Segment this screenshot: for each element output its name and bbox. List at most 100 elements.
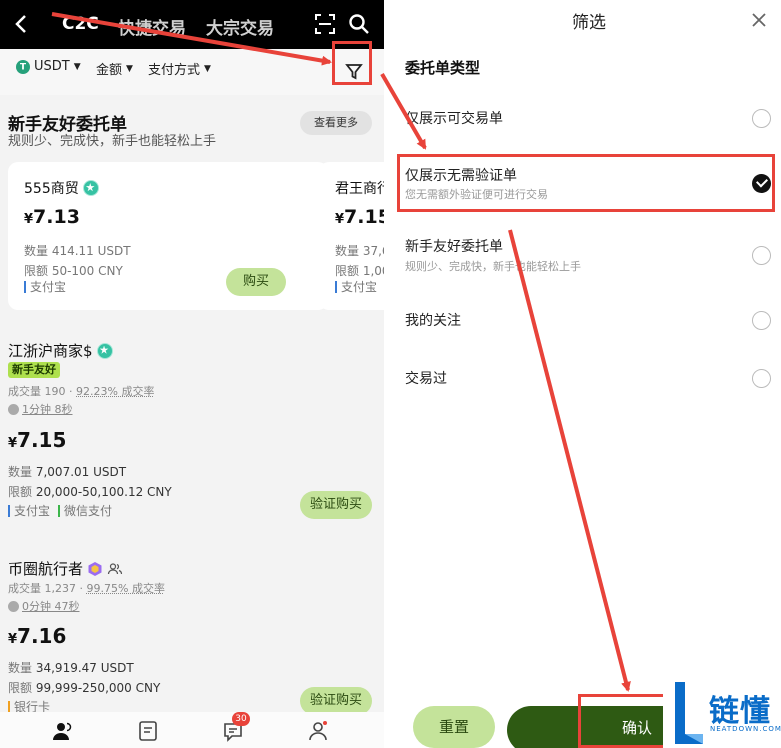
trade-stats: 成交量 1,237 · 99.75% 成交率 [8, 582, 165, 595]
currency-symbol: ¥ [335, 212, 345, 227]
price: ¥7.15 [8, 428, 66, 452]
buy-button[interactable]: 购买 [226, 268, 286, 296]
quantity: 数量 414.11 USDT [24, 244, 131, 258]
tab-quick-trade[interactable]: 快捷交易 [118, 14, 186, 39]
completion-rate: 99.75% 成交率 [86, 582, 165, 595]
order-type-heading: 委托单类型 [405, 59, 481, 77]
scan-icon[interactable] [315, 14, 335, 34]
quantity: 数量 34,919.47 USDT [8, 659, 134, 676]
currency-symbol: ¥ [24, 212, 34, 227]
quantity: 数量 7,007.01 USDT [8, 463, 126, 480]
tab-c2c[interactable]: C2C [62, 14, 99, 34]
logo-l-mark [675, 682, 703, 744]
merchant-name: 币圈航行者 [8, 558, 123, 579]
payment-method: 支付宝 [335, 281, 377, 293]
quantity-value: 34,919.47 USDT [35, 661, 134, 675]
message-count-badge: 30 [232, 712, 250, 726]
radio-button[interactable] [752, 311, 771, 330]
trade-volume: 成交量 1,237 [8, 582, 76, 595]
merchant-name-text: 君王商行 [335, 181, 384, 197]
watermark-logo: 链懂 NEATDOWN.COM [663, 678, 781, 748]
option-following[interactable]: 我的关注 [397, 302, 781, 342]
currency-symbol: ¥ [8, 436, 18, 451]
release-time: 0分钟 47秒 [8, 598, 80, 614]
limit-label: 限额 [8, 485, 33, 499]
merchant-name: 江浙沪商家$ [8, 340, 113, 361]
quantity-label: 数量 [8, 661, 33, 675]
section-subtitle: 规则少、完成快，新手也能轻松上手 [8, 134, 217, 149]
trade-stats: 成交量 190 · 92.23% 成交率 [8, 385, 155, 398]
option-description: 规则少、完成快，新手也能轻松上手 [405, 260, 581, 273]
completion-rate: 92.23% 成交率 [76, 385, 155, 398]
filter-bar: USDT ▼ 金额 ▼ 支付方式 ▼ [0, 49, 384, 95]
close-icon[interactable] [749, 10, 769, 30]
ad-card[interactable]: 君王商行 ¥7.15 数量 37,6 限额 1,00 支付宝 [319, 162, 384, 310]
verified-star-icon [82, 180, 99, 196]
nav-users-icon[interactable] [52, 720, 74, 742]
merchant-name-text: 币圈航行者 [8, 560, 84, 578]
merchant-name: 君王商行 [335, 178, 384, 198]
verify-buy-button[interactable]: 验证购买 [300, 687, 372, 715]
option-label: 仅展示可交易单 [405, 111, 503, 127]
logo-subtext: NEATDOWN.COM [710, 725, 781, 733]
option-tradable-only[interactable]: 仅展示可交易单 [397, 100, 781, 140]
verify-buy-button[interactable]: 验证购买 [300, 491, 372, 519]
usdt-icon [16, 59, 30, 74]
coin-label: USDT [34, 59, 70, 74]
payment-wechat: 微信支付 [58, 505, 112, 517]
release-time-text: 0分钟 47秒 [22, 600, 80, 613]
quantity-value: 7,007.01 USDT [35, 465, 127, 479]
limit-value: 99,999-250,000 CNY [35, 681, 161, 695]
nav-profile-icon[interactable] [307, 720, 329, 742]
annotation-highlight-box [397, 154, 775, 212]
top-nav-bar: C2C 快捷交易 大宗交易 [0, 0, 384, 49]
payment-label: 支付方式 [148, 63, 201, 78]
view-more-button[interactable]: 查看更多 [300, 111, 372, 135]
option-label: 我的关注 [405, 313, 461, 329]
back-arrow-icon[interactable] [10, 10, 34, 38]
merchant-name-text: 江浙沪商家$ [8, 342, 93, 360]
bottom-nav: 30 [0, 712, 384, 748]
release-time-text: 1分钟 8秒 [22, 403, 73, 416]
nav-orders-icon[interactable] [137, 720, 159, 742]
price-value: 7.16 [17, 624, 67, 648]
limit: 限额 1,00 [335, 264, 384, 278]
ad-card[interactable]: 555商贸 ¥7.13 数量 414.11 USDT 限额 50-100 CNY… [8, 162, 328, 310]
caret-down-icon: ▼ [73, 61, 81, 72]
limit-label: 限额 [8, 681, 33, 695]
price: ¥7.13 [24, 206, 80, 228]
search-icon[interactable] [348, 13, 370, 35]
payment-selector[interactable]: 支付方式 ▼ [148, 59, 211, 78]
limit: 限额 99,999-250,000 CNY [8, 679, 160, 696]
radio-button[interactable] [752, 369, 771, 388]
limit: 限额 20,000-50,100.12 CNY [8, 483, 172, 500]
coin-selector[interactable]: USDT ▼ [16, 59, 81, 74]
reset-button[interactable]: 重置 [413, 706, 495, 748]
clock-icon [8, 403, 19, 415]
users-icon [107, 562, 123, 574]
logo-text: 链懂 [709, 694, 771, 729]
payment-methods: 支付宝 微信支付 [8, 504, 120, 518]
merchant-name: 555商贸 [24, 178, 99, 198]
list-item[interactable]: 江浙沪商家$ 新手友好 成交量 190 · 92.23% 成交率 1分钟 8秒 … [0, 340, 384, 530]
hexagon-badge-icon [88, 561, 102, 576]
limit-value: 20,000-50,100.12 CNY [35, 485, 172, 499]
radio-button[interactable] [752, 246, 771, 265]
option-traded-before[interactable]: 交易过 [397, 360, 781, 400]
filter-sheet: 筛选 委托单类型 仅展示可交易单 仅展示无需验证单 您无需额外验证便可进行交易 … [397, 0, 781, 748]
option-newbie-friendly[interactable]: 新手友好委托单 规则少、完成快，新手也能轻松上手 [397, 230, 781, 280]
clock-icon [8, 600, 19, 612]
amount-selector[interactable]: 金额 ▼ [96, 59, 133, 78]
radio-button[interactable] [752, 109, 771, 128]
annotation-highlight-box [578, 694, 672, 748]
payment-alipay: 支付宝 [8, 505, 50, 517]
trade-volume: 成交量 190 [8, 385, 66, 398]
caret-down-icon: ▼ [204, 63, 211, 74]
quantity: 数量 37,6 [335, 244, 384, 258]
quantity-label: 数量 [8, 465, 33, 479]
sheet-title: 筛选 [572, 13, 606, 33]
tab-block-trade[interactable]: 大宗交易 [206, 14, 274, 39]
option-label: 新手友好委托单 [405, 239, 503, 255]
list-item[interactable]: 币圈航行者 成交量 1,237 · 99.75% 成交率 0分钟 47秒 ¥7.… [0, 558, 384, 718]
verified-star-icon [96, 342, 113, 359]
